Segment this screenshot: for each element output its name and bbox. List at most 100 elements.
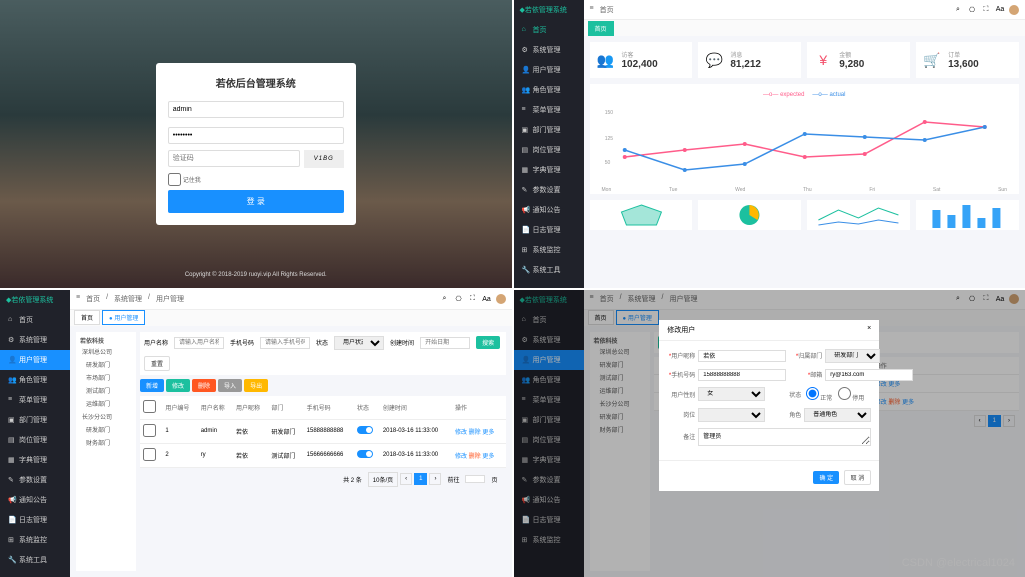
row-more[interactable]: 更多	[482, 454, 494, 460]
sidebar-item-log[interactable]: 📄日志管理	[0, 510, 70, 530]
tree-item[interactable]: 运维部门	[80, 397, 132, 410]
role-select[interactable]: 普通角色	[804, 408, 871, 422]
sidebar-item-menu[interactable]: ≡菜单管理	[514, 100, 584, 120]
goto-input[interactable]	[465, 475, 485, 483]
sidebar-item-monitor[interactable]: ⊞系统监控	[0, 530, 70, 550]
password-input[interactable]	[168, 127, 344, 144]
sidebar-item-notice[interactable]: 📢通知公告	[514, 200, 584, 220]
sidebar-item-post[interactable]: ▤岗位管理	[0, 430, 70, 450]
login-button[interactable]: 登 录	[168, 190, 344, 213]
svg-text:125: 125	[604, 136, 613, 142]
status-switch[interactable]	[357, 426, 373, 434]
tree-item[interactable]: 长沙分公司	[80, 410, 132, 423]
sidebar-item-user[interactable]: 👤用户管理	[514, 60, 584, 80]
sidebar-item-role[interactable]: 👥角色管理	[514, 80, 584, 100]
sidebar-item-home[interactable]: ⌂首页	[0, 310, 70, 330]
tree-item[interactable]: 市场部门	[80, 371, 132, 384]
sidebar-item-param[interactable]: ✎参数设置	[514, 180, 584, 200]
search-button[interactable]: 搜索	[476, 336, 500, 349]
remember-checkbox[interactable]: 记住我	[168, 173, 344, 186]
hamburger-icon[interactable]: ≡	[590, 5, 594, 15]
sex-select[interactable]: 女	[698, 387, 765, 401]
nick-input[interactable]	[698, 350, 786, 362]
cancel-button[interactable]: 取 消	[844, 470, 872, 485]
tab-home[interactable]: 首页	[588, 21, 614, 36]
visitor-icon: 👥	[596, 50, 616, 70]
sidebar-item-system[interactable]: ⚙系统管理	[0, 330, 70, 350]
export-button[interactable]: 导出	[244, 379, 268, 392]
tree-item[interactable]: 研发部门	[80, 423, 132, 436]
sidebar-item-param[interactable]: ✎参数设置	[0, 470, 70, 490]
sidebar-item-dict[interactable]: ▦字典管理	[514, 160, 584, 180]
row-checkbox[interactable]	[143, 448, 156, 461]
status-stop[interactable]: 停用	[836, 387, 864, 402]
github-icon[interactable]: ⎔	[454, 294, 464, 304]
hamburger-icon[interactable]: ≡	[76, 294, 80, 304]
sidebar-item-tool[interactable]: 🔧系统工具	[0, 550, 70, 570]
fullscreen-icon[interactable]: ⛶	[468, 294, 478, 304]
dept-select[interactable]: 研发部门	[825, 349, 880, 363]
page-1[interactable]: 1	[414, 473, 427, 485]
sidebar-item-dept[interactable]: ▣部门管理	[0, 410, 70, 430]
filter-status[interactable]: 用户状态	[334, 336, 384, 350]
avatar[interactable]	[1009, 5, 1019, 15]
sidebar-item-role[interactable]: 👥角色管理	[0, 370, 70, 390]
status-normal[interactable]: 正常	[804, 387, 832, 402]
filter-phone[interactable]	[260, 337, 310, 349]
phone-input[interactable]	[698, 369, 786, 381]
sidebar-item-notice[interactable]: 📢通知公告	[0, 490, 70, 510]
size-icon[interactable]: Aa	[995, 5, 1005, 15]
row-edit[interactable]: 修改	[455, 454, 467, 460]
github-icon[interactable]: ⎔	[967, 5, 977, 15]
sidebar-item-post[interactable]: ▤岗位管理	[514, 140, 584, 160]
search-icon[interactable]: ⌕	[440, 294, 450, 304]
close-icon[interactable]: ×	[867, 325, 871, 335]
row-del[interactable]: 删除	[469, 454, 481, 460]
username-input[interactable]	[168, 101, 344, 118]
sidebar-item-dict[interactable]: ▦字典管理	[0, 450, 70, 470]
stats-row: 👥访客102,400 💬消息81,212 ¥金额9,280 🛒订单13,600	[590, 42, 1020, 78]
filter-name[interactable]	[174, 337, 224, 349]
tab-user[interactable]: ● 用户管理	[102, 310, 145, 325]
email-input[interactable]	[825, 369, 913, 381]
line-chart: expectedactual 15012550 MonTueWedThuFriS…	[590, 84, 1020, 194]
search-icon[interactable]: ⌕	[953, 5, 963, 15]
next-page[interactable]: ›	[429, 473, 441, 485]
size-icon[interactable]: Aa	[482, 294, 492, 304]
row-del[interactable]: 删除	[469, 430, 481, 436]
tree-item[interactable]: 测试部门	[80, 384, 132, 397]
tab-home[interactable]: 首页	[74, 310, 100, 325]
import-button[interactable]: 导入	[218, 379, 242, 392]
tree-item[interactable]: 研发部门	[80, 358, 132, 371]
perpage-select[interactable]: 10条/页	[368, 472, 398, 487]
sidebar-item-log[interactable]: 📄日志管理	[514, 220, 584, 240]
sidebar-item-monitor[interactable]: ⊞系统监控	[514, 240, 584, 260]
sidebar-item-dept[interactable]: ▣部门管理	[514, 120, 584, 140]
sidebar-item-tool[interactable]: 🔧系统工具	[514, 260, 584, 280]
row-checkbox[interactable]	[143, 424, 156, 437]
select-all[interactable]	[143, 400, 156, 413]
edit-button[interactable]: 修改	[166, 379, 190, 392]
tree-item[interactable]: 深圳总公司	[80, 345, 132, 358]
reset-button[interactable]: 重置	[144, 356, 170, 371]
row-edit[interactable]: 修改	[455, 430, 467, 436]
tree-root[interactable]: 若依科技	[80, 336, 132, 345]
sidebar-item-menu[interactable]: ≡菜单管理	[0, 390, 70, 410]
sidebar-item-user[interactable]: 👤用户管理	[0, 350, 70, 370]
prev-page[interactable]: ‹	[400, 473, 412, 485]
delete-button[interactable]: 删除	[192, 379, 216, 392]
remark-textarea[interactable]: 管理员	[698, 428, 871, 446]
add-button[interactable]: 新增	[140, 379, 164, 392]
tree-item[interactable]: 财务部门	[80, 436, 132, 449]
captcha-image[interactable]: V1BG	[304, 150, 344, 168]
filter-date[interactable]	[420, 337, 470, 349]
avatar[interactable]	[496, 294, 506, 304]
fullscreen-icon[interactable]: ⛶	[981, 5, 991, 15]
captcha-input[interactable]	[168, 150, 300, 167]
post-select[interactable]	[698, 408, 765, 422]
row-more[interactable]: 更多	[482, 430, 494, 436]
status-switch[interactable]	[357, 450, 373, 458]
sidebar-item-system[interactable]: ⚙系统管理	[514, 40, 584, 60]
sidebar-item-home[interactable]: ⌂首页	[514, 20, 584, 40]
ok-button[interactable]: 确 定	[813, 471, 839, 484]
